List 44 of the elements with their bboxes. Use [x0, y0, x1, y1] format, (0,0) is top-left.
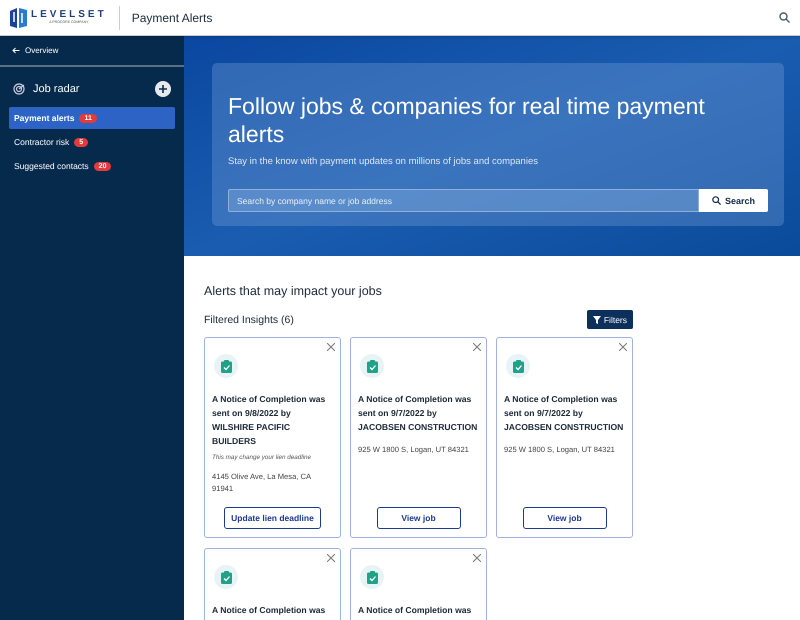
alert-title: A Notice of Completion was sent on 9/7/2022 by JACOBSEN CONSTRUCTION [358, 393, 478, 434]
search-icon[interactable] [779, 12, 790, 23]
alert-title: A Notice of Completion was [212, 604, 326, 617]
sidebar-item-label: Contractor risk [14, 137, 70, 147]
close-button[interactable] [327, 554, 335, 562]
card-action-button[interactable]: View job [522, 507, 606, 529]
close-icon [327, 343, 335, 351]
search-icon [712, 196, 721, 206]
page-title: Payment Alerts [132, 10, 212, 24]
section-heading: Alerts that may impact your jobs [204, 284, 383, 298]
search-field[interactable]: Search by company name or job address [228, 189, 699, 212]
close-icon [619, 343, 627, 351]
add-button[interactable] [155, 81, 171, 97]
filters-button[interactable]: Filters [586, 310, 633, 329]
section-title: Job radar [33, 83, 80, 95]
clipboard-check-icon [366, 570, 378, 584]
close-icon [473, 343, 481, 351]
radar-icon [13, 83, 25, 95]
alert-title: A Notice of Completion was [358, 604, 472, 617]
alert-title: A Notice of Completion was sent on 9/7/2022 by JACOBSEN CONSTRUCTION [504, 393, 624, 434]
logo-name: LEVELSET [31, 10, 107, 20]
clipboard-check-icon [366, 360, 378, 372]
close-button[interactable] [327, 343, 335, 351]
clipboard-check-icon [220, 360, 232, 372]
close-button[interactable] [619, 343, 627, 351]
search-button[interactable]: Search [699, 189, 768, 212]
alert-title: A Notice of Completion was sent on 9/8/2022 by WILSHIRE PACIFIC BUILDERS [212, 393, 326, 448]
sidebar-item-label: Payment alerts [14, 113, 74, 123]
card-action-button[interactable]: Update lien deadline [224, 507, 321, 529]
close-button[interactable] [473, 343, 481, 351]
filter-icon [592, 316, 601, 324]
close-icon [473, 554, 481, 562]
clipboard-check-icon [512, 360, 524, 372]
logo-icon [10, 8, 27, 28]
close-icon [327, 554, 335, 562]
section-subheading: Filtered Insights (6) [204, 314, 294, 326]
plus-icon [159, 85, 167, 93]
clipboard-check-icon [220, 570, 232, 584]
hero-title: Follow jobs & companies for real time payment alerts [228, 93, 706, 148]
sidebar-item-label: Suggested contacts [14, 161, 89, 171]
hero-subtitle: Stay in the know with payment updates on millions of jobs and companies [228, 156, 539, 168]
close-button[interactable] [473, 554, 481, 562]
card-action-button[interactable]: View job [376, 507, 460, 529]
arrow-left-icon [12, 47, 20, 54]
